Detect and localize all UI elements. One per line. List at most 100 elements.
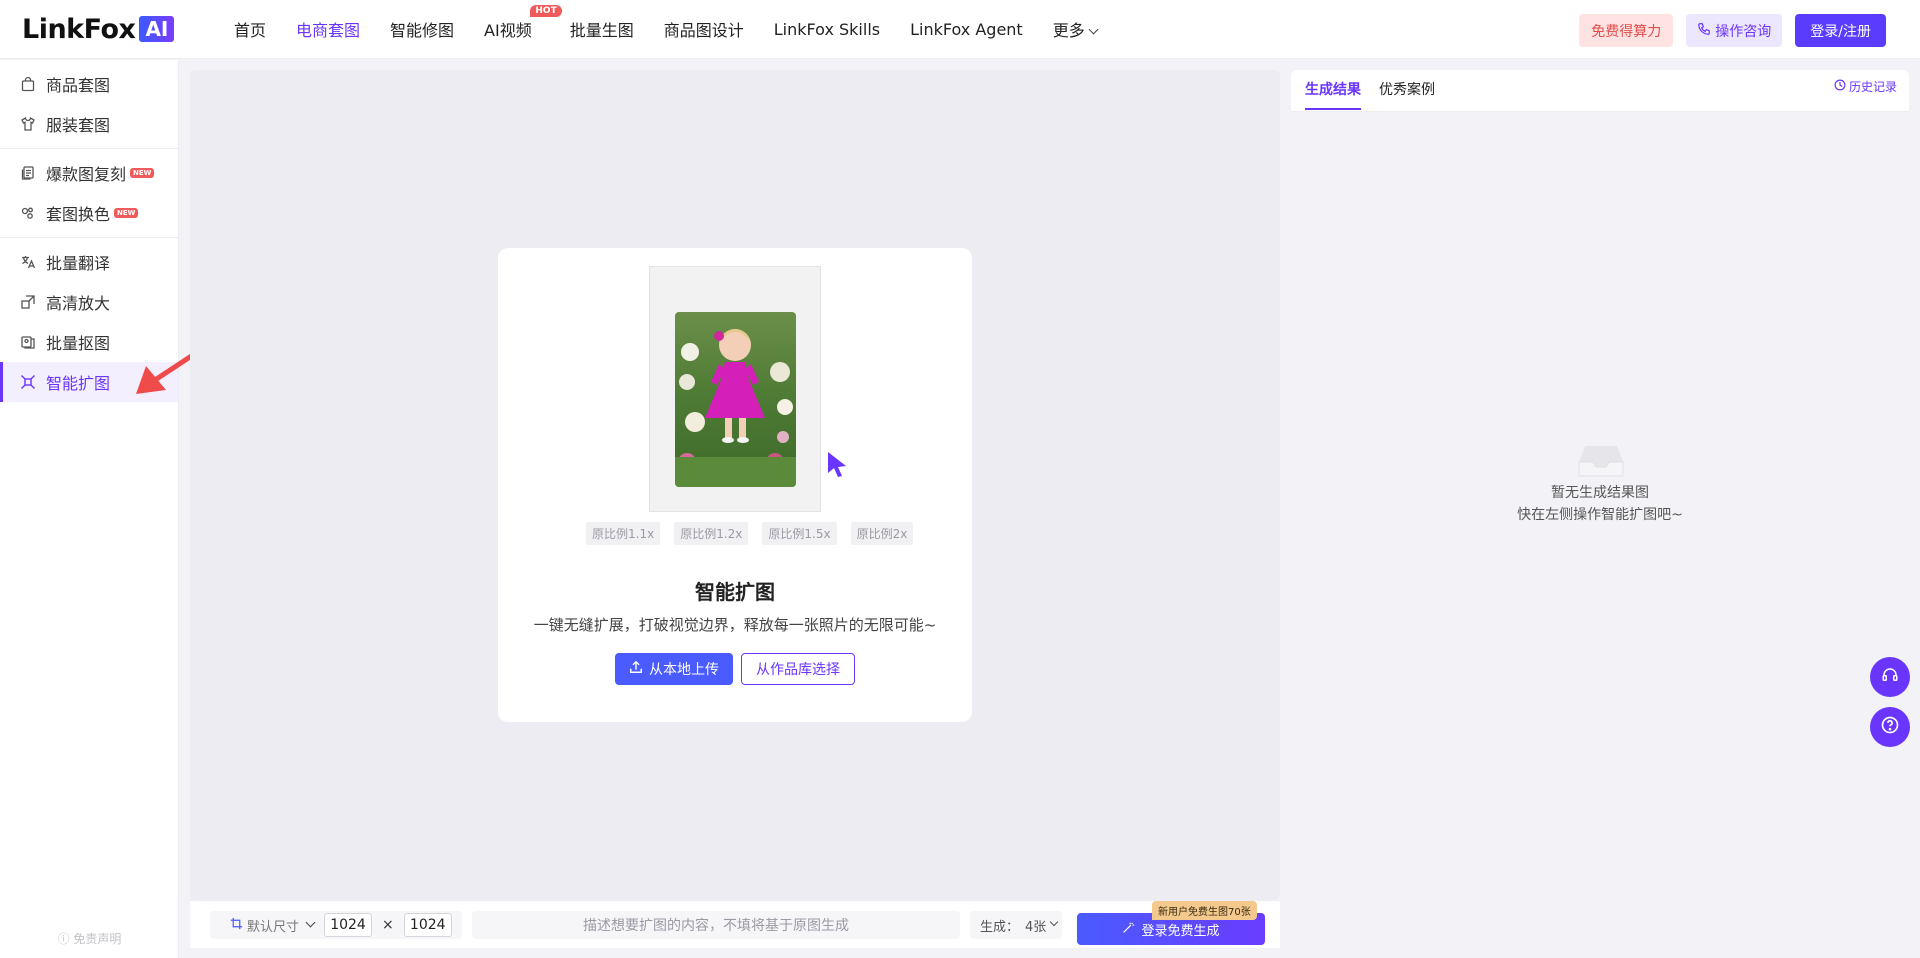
nav-linkfox-agent[interactable]: LinkFox Agent bbox=[910, 20, 1023, 39]
empty-inbox-icon bbox=[1578, 446, 1624, 477]
upload-local-button[interactable]: 从本地上传 bbox=[615, 653, 733, 685]
new-badge: NEW bbox=[114, 208, 139, 218]
nav-home[interactable]: 首页 bbox=[234, 17, 266, 41]
help-icon bbox=[1880, 715, 1900, 739]
results-body: 暂无生成结果图 快在左侧操作智能扩图吧~ bbox=[1291, 111, 1909, 948]
chevron-down-icon bbox=[1088, 24, 1099, 35]
upload-icon bbox=[629, 660, 643, 678]
sidebar-item-label: 套图换色 bbox=[46, 205, 111, 224]
empty-line-1: 暂无生成结果图 bbox=[1551, 485, 1649, 501]
width-input[interactable]: 1024 bbox=[324, 913, 373, 937]
ratio-option[interactable]: 原比例1.2x bbox=[674, 522, 749, 545]
results-tabs: 生成结果 优秀案例 bbox=[1305, 70, 1435, 110]
empty-line-2: 快在左侧操作智能扩图吧~ bbox=[1517, 507, 1683, 523]
free-compute-button[interactable]: 免费得算力 bbox=[1579, 14, 1674, 47]
copy-icon bbox=[20, 165, 36, 181]
generation-count-select[interactable]: 生成： 4张 bbox=[970, 911, 1062, 939]
sidebar-item-hit-replicate[interactable]: 爆款图复刻 NEW bbox=[0, 153, 178, 193]
consult-button[interactable]: 操作咨询 bbox=[1686, 14, 1783, 47]
nav-more-label: 更多 bbox=[1052, 21, 1085, 40]
cursor-pointer-icon bbox=[828, 452, 846, 477]
sidebar-item-batch-translate[interactable]: 批量翻译 bbox=[0, 242, 178, 282]
history-link[interactable]: 历史记录 bbox=[1834, 78, 1897, 95]
sidebar: 商品套图 服装套图 爆款图复刻 NEW 套图换色 NEW 批量翻译 高清放大 批… bbox=[0, 60, 179, 958]
info-icon: ⓘ bbox=[57, 932, 70, 946]
shirt-icon bbox=[20, 116, 36, 132]
crop-icon bbox=[230, 917, 243, 934]
empty-state-text: 暂无生成结果图 快在左侧操作智能扩图吧~ bbox=[1291, 482, 1909, 526]
nav-ecommerce-set[interactable]: 电商套图 bbox=[296, 17, 360, 41]
expand-icon bbox=[20, 374, 36, 390]
consult-label: 操作咨询 bbox=[1715, 23, 1772, 40]
times-sign: × bbox=[382, 917, 394, 933]
disclaimer-link[interactable]: ⓘ 免责声明 bbox=[0, 930, 179, 947]
phone-icon bbox=[1697, 22, 1711, 40]
sidebar-group-sets: 商品套图 服装套图 bbox=[0, 60, 178, 149]
new-badge: NEW bbox=[130, 168, 155, 178]
upscale-icon bbox=[20, 294, 36, 310]
logo-ai-tag: AI bbox=[139, 16, 175, 42]
sidebar-item-label: 商品套图 bbox=[46, 76, 111, 95]
gen-count-value: 4张 bbox=[1025, 919, 1047, 935]
main-nav: 首页 电商套图 智能修图 AI视频 HOT 批量生图 商品图设计 LinkFox… bbox=[234, 0, 1127, 58]
top-navbar: LinkFox AI 首页 电商套图 智能修图 AI视频 HOT 批量生图 商品… bbox=[0, 0, 1920, 59]
size-label: 默认尺寸 bbox=[247, 919, 300, 935]
sidebar-item-label: 智能扩图 bbox=[46, 374, 111, 393]
choose-from-library-button[interactable]: 从作品库选择 bbox=[741, 653, 855, 685]
nav-product-design[interactable]: 商品图设计 bbox=[664, 17, 744, 41]
sample-photo bbox=[675, 312, 796, 487]
sidebar-item-label: 批量抠图 bbox=[46, 334, 111, 353]
upload-actions: 从本地上传 从作品库选择 bbox=[498, 653, 972, 685]
bag-icon bbox=[20, 76, 36, 92]
chevron-down-icon bbox=[305, 917, 316, 927]
gen-count-label: 生成： bbox=[980, 919, 1020, 935]
logo-text: LinkFox bbox=[22, 13, 136, 45]
nav-ai-video-label: AI视频 bbox=[484, 21, 532, 40]
hot-badge: HOT bbox=[530, 5, 562, 17]
upload-local-label: 从本地上传 bbox=[649, 662, 719, 678]
workspace-canvas: 原比例1.1x 原比例1.2x 原比例1.5x 原比例2x 智能扩图 一键无缝扩… bbox=[190, 70, 1280, 900]
size-selector[interactable]: 默认尺寸 1024 × 1024 bbox=[210, 911, 462, 939]
ratio-options: 原比例1.1x 原比例1.2x 原比例1.5x 原比例2x bbox=[586, 522, 914, 545]
generate-label: 登录免费生成 bbox=[1141, 923, 1220, 939]
chevron-down-icon bbox=[1050, 917, 1059, 927]
palette-icon bbox=[20, 205, 36, 221]
ratio-option[interactable]: 原比例2x bbox=[850, 522, 914, 545]
sidebar-item-label: 服装套图 bbox=[46, 116, 111, 135]
translate-icon bbox=[20, 254, 36, 270]
headset-icon bbox=[1881, 666, 1899, 688]
nav-linkfox-skills[interactable]: LinkFox Skills bbox=[774, 20, 880, 39]
sidebar-item-label: 爆款图复刻 bbox=[46, 165, 127, 184]
results-panel: 生成结果 优秀案例 历史记录 暂无生成结果图 快在左侧操作智能扩图吧~ bbox=[1291, 70, 1909, 948]
nav-smart-retouch[interactable]: 智能修图 bbox=[390, 17, 454, 41]
promo-badge: 新用户免费生图70张 bbox=[1152, 901, 1257, 920]
height-input[interactable]: 1024 bbox=[403, 913, 452, 937]
help-button[interactable] bbox=[1870, 707, 1910, 747]
prompt-input[interactable]: 描述想要扩图的内容，不填将基于原图生成 bbox=[472, 911, 960, 939]
ratio-option[interactable]: 原比例1.5x bbox=[762, 522, 837, 545]
ratio-option[interactable]: 原比例1.1x bbox=[586, 522, 661, 545]
tab-results[interactable]: 生成结果 bbox=[1305, 70, 1361, 110]
cutout-icon bbox=[20, 334, 36, 350]
top-actions: 免费得算力 操作咨询 登录/注册 bbox=[1579, 14, 1886, 47]
nav-more[interactable]: 更多 bbox=[1052, 17, 1099, 41]
login-register-button[interactable]: 登录/注册 bbox=[1795, 14, 1886, 47]
history-label: 历史记录 bbox=[1848, 80, 1897, 94]
sidebar-item-apparel-set[interactable]: 服装套图 bbox=[0, 104, 178, 144]
feature-subtitle: 一键无缝扩展，打破视觉边界，释放每一张照片的无限可能~ bbox=[533, 616, 937, 634]
nav-batch-generate[interactable]: 批量生图 bbox=[570, 17, 634, 41]
sidebar-item-recolor[interactable]: 套图换色 NEW bbox=[0, 193, 178, 233]
magic-wand-icon bbox=[1122, 921, 1135, 938]
upload-card: 原比例1.1x 原比例1.2x 原比例1.5x 原比例2x 智能扩图 一键无缝扩… bbox=[498, 248, 972, 722]
tab-showcase[interactable]: 优秀案例 bbox=[1379, 70, 1435, 110]
disclaimer-label: 免责声明 bbox=[73, 932, 122, 946]
logo[interactable]: LinkFox AI bbox=[22, 13, 175, 45]
clock-icon bbox=[1834, 79, 1846, 94]
sidebar-item-label: 高清放大 bbox=[46, 294, 111, 313]
bottom-toolbar: 默认尺寸 1024 × 1024 描述想要扩图的内容，不填将基于原图生成 生成：… bbox=[190, 900, 1280, 948]
support-button[interactable] bbox=[1870, 657, 1910, 697]
sidebar-item-product-set[interactable]: 商品套图 bbox=[0, 64, 178, 104]
sidebar-item-hd-upscale[interactable]: 高清放大 bbox=[0, 282, 178, 322]
nav-ai-video[interactable]: AI视频 HOT bbox=[484, 5, 562, 41]
sidebar-item-label: 批量翻译 bbox=[46, 254, 111, 273]
